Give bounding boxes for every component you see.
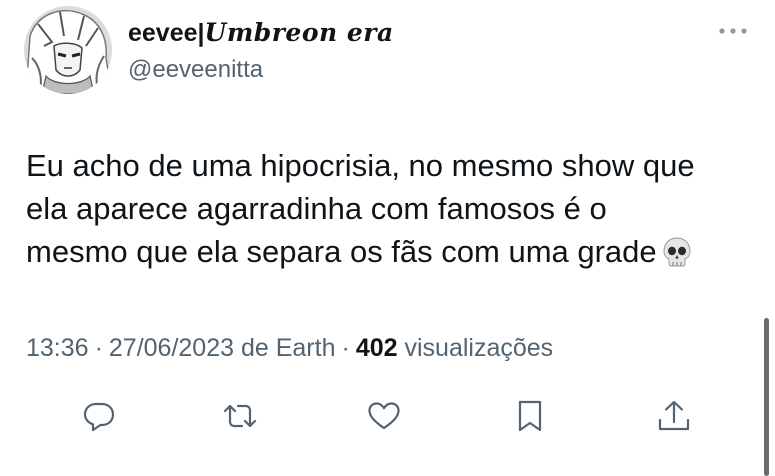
tweet-text-line: ela aparece agarradinha com famosos é o bbox=[26, 191, 607, 226]
meta-separator: · bbox=[94, 334, 103, 362]
display-name-plain: eevee| bbox=[128, 19, 205, 47]
tweet-card: eevee|Umbreon era @eeveenitta Eu acho de… bbox=[0, 0, 775, 476]
avatar[interactable] bbox=[24, 6, 112, 94]
tweet-text-line: Eu acho de uma hipocrisia, no mesmo show… bbox=[26, 148, 695, 183]
tweet-time[interactable]: 13:36 bbox=[26, 334, 89, 362]
bookmark-icon bbox=[518, 400, 542, 432]
tweet-text-line-content: mesmo que ela separa os fãs com uma grad… bbox=[26, 234, 657, 269]
views-label: visualizações bbox=[404, 334, 554, 362]
user-handle[interactable]: @eeveenitta bbox=[128, 56, 263, 84]
tweet-date[interactable]: 27/06/2023 bbox=[109, 334, 234, 362]
skull-emoji bbox=[661, 236, 693, 268]
tweet-meta: 13:36 · 27/06/2023 de Earth · 402 visualizaç… bbox=[26, 332, 553, 364]
views-count[interactable]: 402 bbox=[356, 334, 398, 362]
share-button[interactable] bbox=[656, 398, 692, 434]
retweet-button[interactable] bbox=[222, 398, 258, 434]
display-name-styled: Umbreon era bbox=[204, 18, 394, 47]
like-icon bbox=[368, 402, 400, 430]
reply-button[interactable] bbox=[81, 398, 117, 434]
more-options-icon[interactable] bbox=[716, 24, 750, 36]
share-icon bbox=[658, 400, 690, 431]
reply-icon bbox=[83, 402, 115, 432]
bookmark-button[interactable] bbox=[512, 398, 548, 434]
meta-separator: · bbox=[341, 334, 350, 362]
like-button[interactable] bbox=[366, 398, 402, 434]
display-name[interactable]: eevee|Umbreon era bbox=[128, 18, 394, 48]
retweet-icon bbox=[223, 404, 257, 428]
tweet-text: Eu acho de uma hipocrisia, no mesmo show… bbox=[26, 144, 746, 273]
tweet-text-line-last: mesmo que ela separa os fãs com uma grad… bbox=[26, 230, 746, 273]
tweet-source: de Earth bbox=[240, 334, 336, 362]
scrollbar[interactable] bbox=[764, 318, 769, 476]
